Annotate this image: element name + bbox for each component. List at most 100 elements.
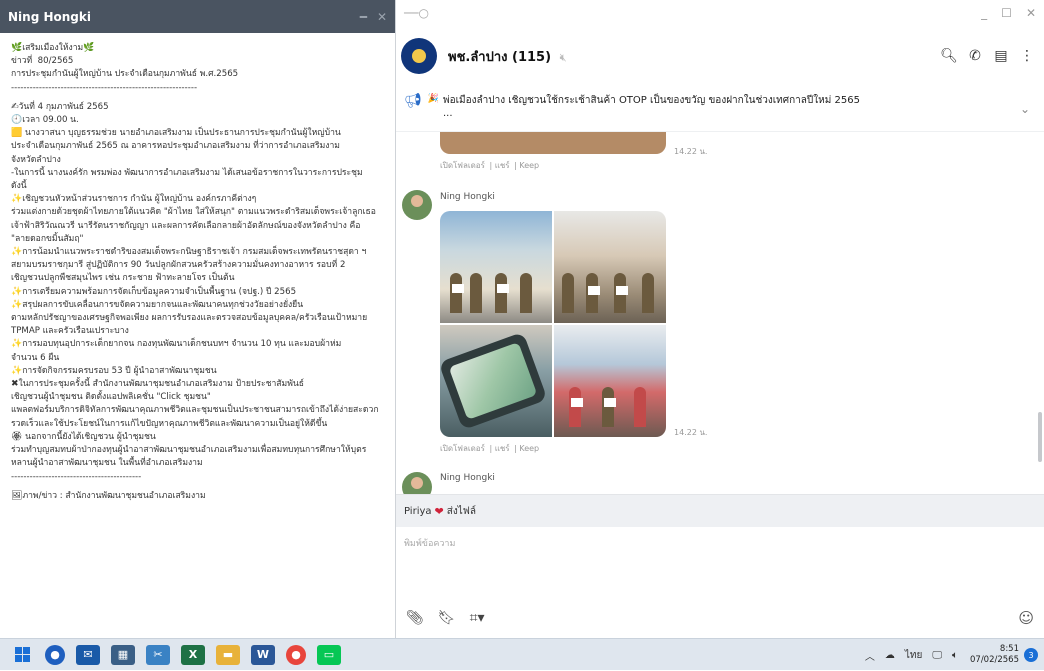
notification-badge[interactable]: 3 xyxy=(1024,648,1038,662)
note-title: Ning Hongki xyxy=(8,9,91,24)
search-icon[interactable]: 🔍︎ xyxy=(936,48,962,64)
open-folder-link[interactable]: เปิดโฟลเดอร์ xyxy=(440,161,485,170)
chevron-down-icon[interactable]: ⌄ xyxy=(1020,102,1030,116)
language-indicator[interactable]: ไทย xyxy=(905,648,922,663)
volume-icon[interactable]: 🔈︎ xyxy=(952,650,958,661)
scrollbar-thumb[interactable] xyxy=(1038,412,1042,462)
note-line-text: วันที่ 4 กุมภาพันธ์ 2565 xyxy=(18,101,109,112)
photo-1[interactable] xyxy=(440,211,552,323)
note-line: รวดเร็วและใช้ประโยชน์ในการแก้ไขปัญหาคุณภ… xyxy=(11,418,386,431)
notes-icon[interactable]: ▤ xyxy=(988,48,1014,64)
open-folder-link[interactable]: เปิดโฟลเดอร์ xyxy=(440,444,485,453)
maximize-window-icon[interactable]: ☐ xyxy=(1001,6,1012,20)
note-line: TPMAP และครัวเรือนเปราะบาง xyxy=(11,325,386,338)
note-line: 🕘เวลา 09.00 น. xyxy=(11,114,386,127)
keep-link[interactable]: Keep xyxy=(519,444,539,453)
note-titlebar: Ning Hongki ━ ✕ xyxy=(0,0,395,33)
message-actions: เปิดโฟลเดอร์ | แชร์ | Keep xyxy=(440,444,540,453)
close-icon[interactable]: ✕ xyxy=(377,10,387,24)
message-input[interactable] xyxy=(402,538,1002,550)
keep-link[interactable]: Keep xyxy=(519,161,539,170)
line-app-icon[interactable]: ▭ xyxy=(317,644,341,665)
phone-icon[interactable]: ✆ xyxy=(962,48,988,64)
more-menu-icon[interactable]: ⋮ xyxy=(1014,48,1040,64)
note-line-text: สยามบรมราชกุมารี สู่ปฏิบัติการ 90 วันปลู… xyxy=(11,260,346,271)
note-line: ตามหลักปรัชญาของเศรษฐกิจพอเพียง ผลการรับ… xyxy=(11,312,386,325)
share-link[interactable]: แชร์ xyxy=(495,444,510,453)
message-list[interactable]: 14.22 น. เปิดโฟลเดอร์ | แชร์ | Keep Ning… xyxy=(396,132,1044,494)
bookmark-icon[interactable]: 🔖︎ xyxy=(438,610,456,626)
note-line: สยามบรมราชกุมารี สู่ปฏิบัติการ 90 วันปลู… xyxy=(11,259,386,272)
note-line: จำนวน 6 ผืน xyxy=(11,352,386,365)
note-line: -ในการนี้ นางนงค์รัก พรมพ่อง พัฒนาการอำเ… xyxy=(11,167,386,180)
note-line: ✖ในการประชุมครั้งนี้ สำนักงานพัฒนาชุมชนอ… xyxy=(11,378,386,391)
photo-2[interactable] xyxy=(554,211,666,323)
note-line: จังหวัดลำปาง xyxy=(11,154,386,167)
group-name[interactable]: พช.ลำปาง (115) 🔇︎ xyxy=(448,46,936,67)
note-line-text: หลานผู้นำอาสาพัฒนาชุมชน ในพื้นที่อำเภอเส… xyxy=(11,458,203,469)
avatar[interactable] xyxy=(402,472,432,494)
chevron-up-icon[interactable]: ︿ xyxy=(865,648,875,663)
note-line-icon: ✍ xyxy=(11,101,19,112)
message-image[interactable] xyxy=(440,132,666,154)
note-line-icon: 🖼 xyxy=(11,490,23,501)
heart-icon: ❤ xyxy=(434,504,444,518)
note-line-text: จังหวัดลำปาง xyxy=(11,154,61,165)
attach-icon[interactable]: 📎︎ xyxy=(406,610,424,626)
file-explorer-icon[interactable]: ▬ xyxy=(216,644,240,665)
minimize-window-icon[interactable]: _ xyxy=(981,6,987,20)
photo-3[interactable] xyxy=(440,325,552,437)
crop-icon[interactable]: ⌗▾ xyxy=(470,610,485,626)
avatar[interactable] xyxy=(402,190,432,220)
reply-text: ส่งไฟล์ xyxy=(446,505,476,517)
note-line-icon: ✨ xyxy=(11,286,23,297)
note-line: ----------------------------------------… xyxy=(11,82,386,95)
note-line-text: การประชุมกำนันผู้ใหญ่บ้าน ประจำเดือนกุมภ… xyxy=(11,69,239,80)
announcement-bar[interactable]: 📢︎ 🎉 พ่อเมืองลำปาง เชิญชวนใช้กระเช้าสินค… xyxy=(396,86,1044,132)
note-line-icon: 🌿 xyxy=(83,43,95,53)
note-line-text: การจัดกิจกรรมครบรอบ 53 ปี ผู้นำอาสาพัฒนา… xyxy=(22,365,217,376)
note-line-text: เวลา 09.00 น. xyxy=(22,115,79,126)
reply-preview[interactable]: Piriya ❤ ส่งไฟล์ xyxy=(396,494,1044,527)
group-avatar[interactable] xyxy=(401,38,437,74)
note-line-icon: ✨ xyxy=(11,194,23,205)
network-icon[interactable]: 🖵︎ xyxy=(932,650,942,661)
chat-app-icon[interactable]: ● xyxy=(45,644,65,665)
photo-album[interactable] xyxy=(440,211,666,437)
snipping-tool-icon[interactable]: ✂ xyxy=(146,644,170,665)
chrome-icon[interactable]: ● xyxy=(286,644,306,665)
note-line-text: การน้อมนำแนวพระราชดำริของสมเด็จพระกนิษฐา… xyxy=(22,247,367,258)
mail-icon[interactable]: ✉ xyxy=(76,644,100,665)
note-line: "ลายดอกขมิ้นสัมฤ" xyxy=(11,233,386,246)
note-line: ✨เชิญชวนหัวหน้าส่วนราชการ กำนัน ผู้ใหญ่บ… xyxy=(11,193,386,206)
cloud-icon[interactable]: ☁ xyxy=(885,650,895,661)
note-line-icon: ✨ xyxy=(11,247,23,258)
note-line-text: ดังนี้ xyxy=(11,181,27,192)
clock[interactable]: 8:51 07/02/2565 xyxy=(970,644,1019,666)
pin-icon[interactable]: ──○ xyxy=(404,6,967,20)
excel-icon[interactable]: X xyxy=(181,644,205,665)
note-line: 🖼ภาพ/ข่าว : สำนักงานพัฒนาชุมชนอำเภอเสริม… xyxy=(11,490,386,503)
note-line-text: เจ้าฟ้าสิริวัณณวรี นารีรัตนราชกัญญา และผ… xyxy=(11,220,361,231)
word-icon[interactable]: W xyxy=(251,644,275,665)
note-line-text: นางวาสนา บุญธรรมช่วย นายอำเภอเสริมงาม เป… xyxy=(22,128,341,139)
calculator-icon[interactable]: ▦ xyxy=(111,644,135,665)
note-line-text: ----------------------------------------… xyxy=(11,82,198,93)
mute-icon: 🔇︎ xyxy=(559,50,567,64)
note-line-text: การมอบทุนอุปการะเด็กยากจน กองทุนพัฒนาเด็… xyxy=(22,339,342,350)
note-line: ประจำเดือนกุมภาพันธ์ 2565 ณ อาคารหอประชุ… xyxy=(11,140,386,153)
note-line: ✨การน้อมนำแนวพระราชดำริของสมเด็จพระกนิษฐ… xyxy=(11,246,386,259)
message-input-area[interactable] xyxy=(396,527,1044,597)
minimize-icon[interactable]: ━ xyxy=(360,10,367,24)
share-link[interactable]: แชร์ xyxy=(495,161,510,170)
note-line: ร่วมแต่งกายด้วยชุดผ้าไทยภายใต้แนวคิด "ผ้… xyxy=(11,206,386,219)
note-line: ร่วมทำบุญสมทบผ้าป่ากองทุนผู้นำอาสาพัฒนาช… xyxy=(11,444,386,457)
note-line-icon: ✨ xyxy=(11,365,23,376)
start-icon[interactable] xyxy=(10,645,34,665)
close-window-icon[interactable]: ✕ xyxy=(1026,6,1036,20)
note-line: ✨การมอบทุนอุปการะเด็กยากจน กองทุนพัฒนาเด… xyxy=(11,338,386,351)
note-line-text: เชิญชวนปลูกพืชสมุนไพร เช่น กระชาย ฟ้าทะล… xyxy=(11,273,235,284)
emoji-icon[interactable]: ☺ xyxy=(1018,609,1034,627)
announcement-more: ... xyxy=(443,108,453,119)
photo-4[interactable] xyxy=(554,325,666,437)
